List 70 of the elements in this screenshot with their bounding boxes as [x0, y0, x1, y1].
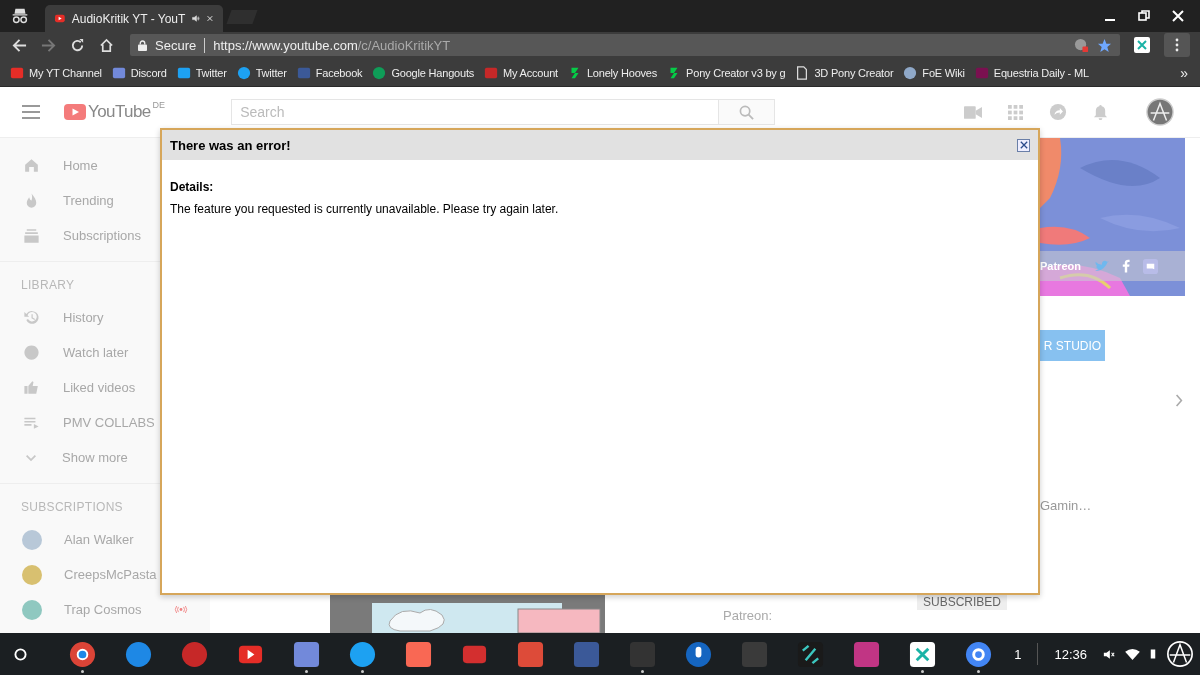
- home-icon: [22, 156, 41, 175]
- url-text: https://www.youtube.com/c/AudioKritikYT: [213, 37, 451, 53]
- search-icon: [739, 104, 755, 120]
- lock-icon: [138, 39, 147, 51]
- subscriptions-icon: [22, 226, 41, 245]
- restore-icon[interactable]: [1138, 10, 1150, 22]
- more-vert-icon: [1175, 38, 1179, 52]
- liked-icon: [22, 378, 41, 397]
- error-message: The feature you requested is currently unavailable. Please try again later.: [170, 202, 560, 216]
- battery-icon[interactable]: [1150, 648, 1156, 660]
- dialog-title: There was an error!: [170, 137, 291, 153]
- section-heading: SUBSCRIPTIONS: [20, 499, 124, 516]
- more-bookmarks-button[interactable]: »: [1180, 64, 1188, 81]
- history-icon: [22, 308, 41, 327]
- bookmark-icon: [236, 65, 251, 80]
- bookmark-icon: [903, 65, 918, 80]
- forward-icon[interactable]: [41, 37, 56, 53]
- bookmark-link[interactable]: FoE Wiki: [903, 65, 965, 80]
- menu-button[interactable]: [1164, 33, 1190, 57]
- brackets-icon[interactable]: [797, 640, 824, 668]
- bookmark-icon: [10, 65, 24, 80]
- section-heading: LIBRARY: [20, 277, 76, 294]
- browser-icon[interactable]: [69, 640, 96, 668]
- x-app-icon[interactable]: [909, 640, 936, 668]
- speaker-icon[interactable]: [192, 13, 201, 24]
- browser-tab[interactable]: AudioKritik YT - YouT: [45, 5, 223, 32]
- settings-icon[interactable]: [965, 640, 992, 668]
- bookmark-link[interactable]: Facebook: [296, 65, 363, 80]
- secure-label: Secure: [155, 37, 197, 53]
- about-label: Patreon:: [723, 608, 773, 623]
- bookmark-icon: [372, 65, 387, 80]
- close-icon: [1019, 141, 1028, 149]
- close-button[interactable]: [1017, 138, 1030, 152]
- bookmark-link[interactable]: Twitter: [176, 65, 227, 80]
- bookmark-link[interactable]: Discord: [111, 65, 167, 80]
- muted-speaker-icon[interactable]: [1103, 648, 1115, 660]
- tab-title: AudioKritik YT - YouT: [71, 11, 186, 26]
- wifi-icon[interactable]: [1125, 648, 1140, 660]
- back-icon[interactable]: [12, 37, 27, 53]
- bookmark-link[interactable]: Twitter: [236, 65, 287, 80]
- search-field[interactable]: Search: [231, 99, 720, 125]
- clock[interactable]: 12:36: [1054, 646, 1087, 662]
- youtube-icon: [55, 13, 65, 24]
- bookmark-link[interactable]: Pony Creator v3 by g: [667, 65, 786, 80]
- details-label: Details:: [170, 180, 215, 194]
- home-icon[interactable]: [99, 37, 114, 53]
- menu-icon[interactable]: [22, 105, 40, 119]
- bookmark-icon: [974, 65, 989, 80]
- star-icon[interactable]: [1097, 37, 1112, 53]
- bookmark-icon: [176, 65, 191, 80]
- region-label: DE: [152, 100, 166, 110]
- notification-count[interactable]: 1: [1014, 646, 1022, 662]
- extension-icon[interactable]: [1134, 37, 1150, 53]
- bookmark-link[interactable]: My YT Channel: [10, 65, 102, 80]
- bookmark-icon: [296, 65, 311, 80]
- bookmark-icon: [795, 65, 810, 80]
- show-more-icon: [24, 452, 38, 463]
- bookmark-icon: [484, 65, 499, 80]
- microphone-icon[interactable]: [685, 640, 712, 668]
- bookmark-link[interactable]: Equestria Daily - ML: [974, 65, 1089, 80]
- cookie-blocked-icon[interactable]: [1074, 37, 1089, 53]
- reload-icon[interactable]: [70, 37, 85, 53]
- launcher-icon[interactable]: [14, 647, 27, 661]
- bookmark-link[interactable]: 3D Pony Creator: [795, 65, 894, 80]
- youtube-logo[interactable]: YouTube: [64, 102, 151, 122]
- bookmark-link[interactable]: Lonely Hooves: [567, 65, 658, 80]
- address-bar[interactable]: Secure https://www.youtube.com/c/AudioKritikYT: [130, 34, 1120, 56]
- bookmark-icon: [111, 65, 126, 80]
- bookmark-link[interactable]: Google Hangouts: [372, 65, 475, 80]
- bookmark-link[interactable]: My Account: [484, 65, 558, 80]
